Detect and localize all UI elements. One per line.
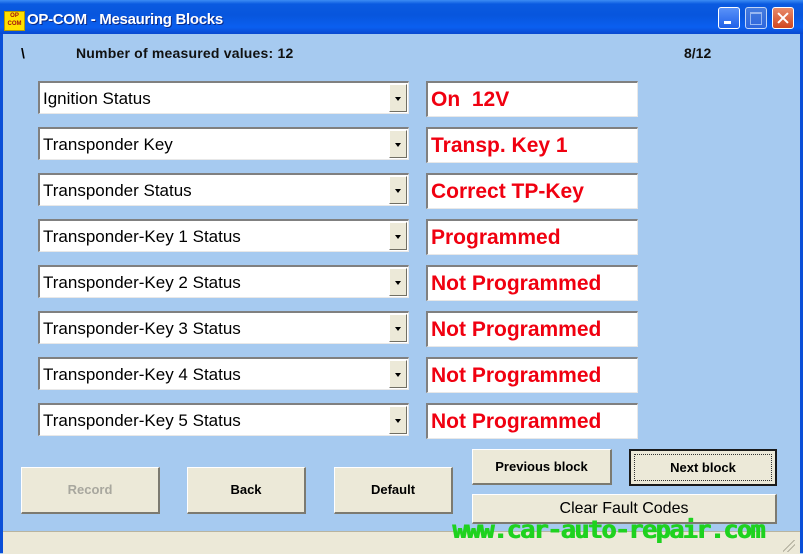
- measure-select-1[interactable]: Ignition Status: [38, 81, 409, 114]
- maximize-button[interactable]: [745, 7, 767, 29]
- dropdown-arrow-icon[interactable]: [389, 84, 407, 112]
- record-button[interactable]: Record: [21, 467, 160, 514]
- next-block-button-label: Next block: [670, 460, 736, 475]
- measure-value-7: Not Programmed: [426, 357, 638, 393]
- dropdown-arrow-icon[interactable]: [389, 268, 407, 296]
- opcom-app-icon: OP COM: [4, 11, 25, 31]
- measure-select-value: Ignition Status: [43, 89, 151, 108]
- next-block-button[interactable]: Next block: [629, 449, 777, 486]
- measure-select-value: Transponder Status: [43, 181, 192, 200]
- resize-grip-icon[interactable]: [783, 540, 795, 552]
- measure-value-text: Not Programmed: [431, 318, 602, 341]
- measure-value-text: Transp. Key 1: [431, 134, 568, 157]
- dropdown-arrow-icon[interactable]: [389, 176, 407, 204]
- measure-select-value: Transponder-Key 3 Status: [43, 319, 241, 338]
- measured-values-count: Number of measured values: 12: [76, 45, 294, 61]
- measure-value-text: Programmed: [431, 226, 561, 249]
- app-window: OP COM OP-COM - Mesauring Blocks \ Numbe…: [0, 0, 803, 554]
- measure-value-4: Programmed: [426, 219, 638, 255]
- measure-select-3[interactable]: Transponder Status: [38, 173, 409, 206]
- app-icon-text-bottom: COM: [7, 21, 22, 27]
- block-page-indicator: 8/12: [684, 45, 712, 61]
- window-frame-left: [0, 34, 3, 553]
- previous-block-button-label: Previous block: [495, 459, 588, 474]
- measure-value-text: Correct TP-Key: [431, 180, 584, 203]
- dropdown-arrow-icon[interactable]: [389, 406, 407, 434]
- measure-select-value: Transponder-Key 4 Status: [43, 365, 241, 384]
- measure-select-7[interactable]: Transponder-Key 4 Status: [38, 357, 409, 390]
- measure-value-text: Not Programmed: [431, 272, 602, 295]
- measure-select-value: Transponder-Key 2 Status: [43, 273, 241, 292]
- measure-select-8[interactable]: Transponder-Key 5 Status: [38, 403, 409, 436]
- measure-select-4[interactable]: Transponder-Key 1 Status: [38, 219, 409, 252]
- measure-value-8: Not Programmed: [426, 403, 638, 439]
- close-button[interactable]: [772, 7, 794, 29]
- dropdown-arrow-icon[interactable]: [389, 360, 407, 388]
- watermark: www.car-auto-repair.com: [452, 515, 765, 544]
- measure-value-text: On 12V: [431, 88, 510, 111]
- measure-select-6[interactable]: Transponder-Key 3 Status: [38, 311, 409, 344]
- measure-select-value: Transponder Key: [43, 135, 173, 154]
- default-button-label: Default: [370, 482, 416, 497]
- dropdown-arrow-icon[interactable]: [389, 222, 407, 250]
- default-button[interactable]: Default: [334, 467, 453, 514]
- measure-select-5[interactable]: Transponder-Key 2 Status: [38, 265, 409, 298]
- measure-value-6: Not Programmed: [426, 311, 638, 347]
- back-button[interactable]: Back: [187, 467, 306, 514]
- measure-select-value: Transponder-Key 1 Status: [43, 227, 241, 246]
- title-bar[interactable]: OP COM OP-COM - Mesauring Blocks: [0, 0, 803, 34]
- previous-block-button[interactable]: Previous block: [472, 449, 612, 485]
- dropdown-arrow-icon[interactable]: [389, 314, 407, 342]
- record-button-label: Record: [67, 482, 113, 497]
- measure-value-2: Transp. Key 1: [426, 127, 638, 163]
- activity-spinner: \: [21, 45, 25, 61]
- app-icon-text-top: OP: [10, 13, 19, 19]
- measure-value-3: Correct TP-Key: [426, 173, 638, 209]
- measure-value-text: Not Programmed: [431, 410, 602, 433]
- measure-select-2[interactable]: Transponder Key: [38, 127, 409, 160]
- window-title: OP-COM - Mesauring Blocks: [27, 11, 223, 28]
- back-button-label: Back: [230, 482, 262, 497]
- measure-select-value: Transponder-Key 5 Status: [43, 411, 241, 430]
- dropdown-arrow-icon[interactable]: [389, 130, 407, 158]
- measure-value-5: Not Programmed: [426, 265, 638, 301]
- minimize-button[interactable]: [718, 7, 740, 29]
- measure-value-text: Not Programmed: [431, 364, 602, 387]
- measure-value-1: On 12V: [426, 81, 638, 117]
